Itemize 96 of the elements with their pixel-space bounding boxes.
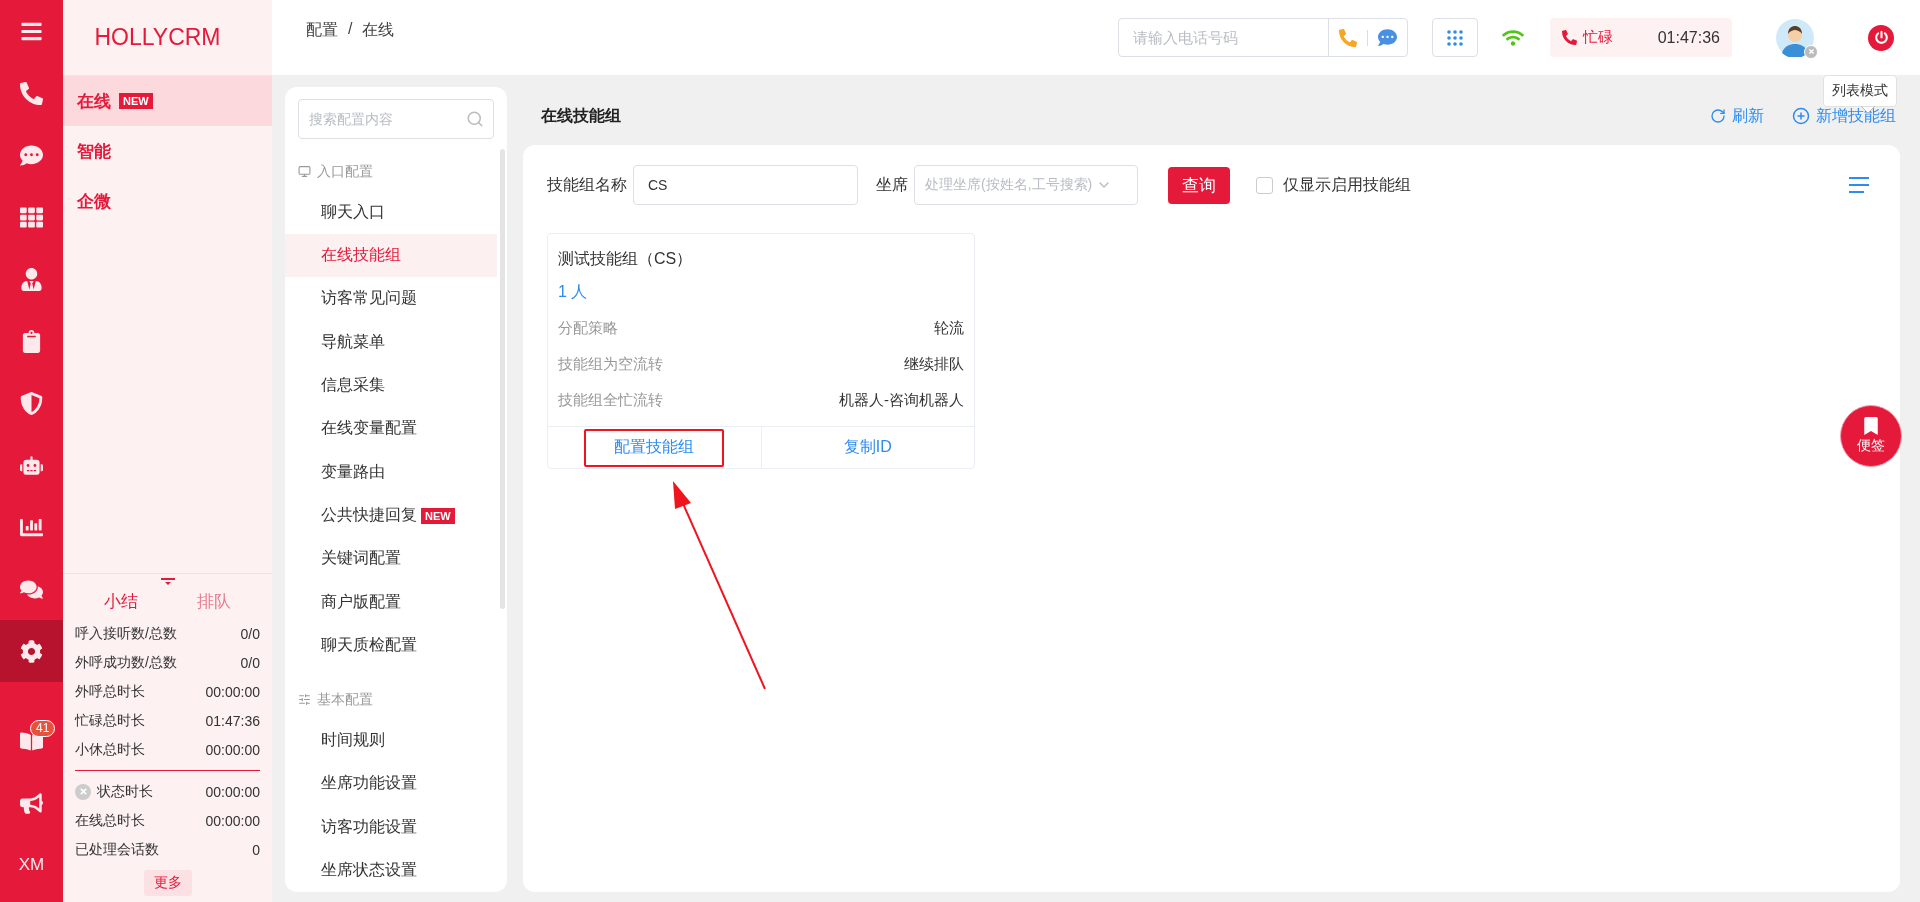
menu-item[interactable]: 在线变量配置 xyxy=(285,407,497,451)
avatar[interactable] xyxy=(1776,18,1814,57)
query-button[interactable]: 查询 xyxy=(1168,166,1230,204)
phone-input[interactable]: 请输入电话号码 xyxy=(1119,19,1328,56)
stat-label: 外呼成功数/总数 xyxy=(75,653,177,672)
refresh-icon xyxy=(1710,108,1726,124)
menu-item[interactable]: 坐席状态设置 xyxy=(285,848,497,892)
stat-value: 0 xyxy=(252,841,260,858)
stat-label: 已处理会话数 xyxy=(75,840,159,859)
card-label: 技能组为空流转 xyxy=(558,354,663,374)
dots-grid-icon xyxy=(1446,28,1464,47)
card-value: 轮流 xyxy=(934,318,964,338)
field-label: 技能组名称 xyxy=(547,174,627,195)
status-label: 忙碌 xyxy=(1583,28,1613,47)
stat-value: 00:00:00 xyxy=(205,683,260,700)
menu-item[interactable]: 聊天入口 xyxy=(285,190,497,234)
name-field[interactable]: CS xyxy=(633,165,858,205)
menu-item[interactable]: 信息采集 xyxy=(285,363,497,408)
chat-icon[interactable] xyxy=(1378,28,1397,47)
menu-item[interactable]: 导航菜单 xyxy=(285,320,497,364)
field-label: 坐席 xyxy=(876,174,908,195)
menu-item[interactable]: 访客功能设置 xyxy=(285,805,497,849)
menu-item[interactable]: 访客常见问题 xyxy=(285,277,497,321)
member-count[interactable]: 1 人 xyxy=(558,274,964,310)
menu-item[interactable]: 公共快捷回复 NEW xyxy=(285,493,497,538)
rail-item[interactable] xyxy=(0,620,63,682)
menu-item[interactable]: 坐席功能设置 xyxy=(285,762,497,806)
summary-tab[interactable]: 小结 xyxy=(104,590,139,613)
page-title: 在线技能组 xyxy=(541,105,621,126)
stat-label: 状态时长 xyxy=(97,782,153,801)
tooltip: 列表模式 xyxy=(1823,75,1897,107)
module-item[interactable]: 企微 xyxy=(63,176,272,226)
section-title: 基本配置 xyxy=(317,690,373,709)
search-field[interactable]: 搜索配置内容 xyxy=(298,99,494,139)
caret-icon xyxy=(159,578,176,586)
checkbox-label: 仅显示启用技能组 xyxy=(1283,174,1411,195)
card-title: 测试技能组（CS） xyxy=(558,249,694,269)
module-item[interactable]: 在线 NEW xyxy=(63,76,272,126)
user-icon xyxy=(20,267,43,291)
phone-field[interactable]: 请输入电话号码 xyxy=(1118,18,1408,57)
card-value: 继续排队 xyxy=(904,354,964,374)
stat-label: 小休总时长 xyxy=(75,740,145,759)
stat-value: 00:00:00 xyxy=(205,741,260,758)
menu-item[interactable]: 时间规则 xyxy=(285,718,497,762)
robot-icon xyxy=(20,453,43,477)
monitor-icon xyxy=(298,165,311,179)
stat-value: 00:00:00 xyxy=(205,812,260,829)
stat-value: 0/0 xyxy=(240,654,260,671)
apps-button[interactable] xyxy=(1432,18,1478,57)
power-button[interactable] xyxy=(1868,24,1894,51)
stat-label: 外呼总时长 xyxy=(75,682,145,701)
new-badge: NEW xyxy=(421,507,455,524)
grid-icon xyxy=(20,205,43,229)
notes-button[interactable]: 便签 xyxy=(1840,405,1902,467)
chat-icon xyxy=(20,143,43,167)
count-badge: 41 xyxy=(30,720,56,737)
module-item[interactable]: 智能 xyxy=(63,126,272,176)
breadcrumb-item[interactable]: 配置 xyxy=(306,20,338,41)
plus-circle-icon xyxy=(1792,107,1810,125)
clipboard-icon xyxy=(20,329,43,353)
stat-label: 在线总时长 xyxy=(75,811,145,830)
breadcrumb-separator: / xyxy=(348,20,353,39)
new-badge: NEW xyxy=(119,93,153,109)
power-icon xyxy=(1874,31,1888,44)
phone-icon xyxy=(1562,30,1577,45)
list-icon[interactable] xyxy=(1848,175,1870,195)
card-action-button[interactable]: 复制ID xyxy=(797,428,938,467)
card-action-button[interactable]: 配置技能组 xyxy=(584,428,725,467)
breadcrumb-item: 在线 xyxy=(362,20,395,40)
megaphone-icon[interactable] xyxy=(20,791,43,815)
card-value: 机器人-咨询机器人 xyxy=(839,390,964,410)
menu-item[interactable]: 商户版配置 xyxy=(285,580,497,624)
more-button[interactable]: 更多 xyxy=(143,870,192,896)
stat-label: 忙碌总时长 xyxy=(75,711,145,730)
agent-status[interactable]: 忙碌 01:47:36 xyxy=(1550,18,1732,57)
section-title: 入口配置 xyxy=(317,162,373,181)
stat-value: 0/0 xyxy=(240,625,260,642)
phone-icon xyxy=(20,81,43,105)
card-label: 技能组全忙流转 xyxy=(558,390,663,410)
menu-item[interactable]: 聊天质检配置 xyxy=(285,623,497,668)
user-initials[interactable]: XM xyxy=(18,855,45,875)
bookmark-icon xyxy=(1862,417,1880,435)
card-label: 分配策略 xyxy=(558,318,618,338)
search-icon xyxy=(466,110,484,128)
stat-label: 呼入接听数/总数 xyxy=(75,624,177,643)
menu-item[interactable]: 关键词配置 xyxy=(285,537,497,581)
menu-item[interactable]: 在线技能组 xyxy=(285,233,497,278)
stat-value: 01:47:36 xyxy=(205,712,260,729)
checkbox[interactable] xyxy=(1256,176,1273,194)
menu-item[interactable]: 变量路由 xyxy=(285,450,497,494)
shield-icon xyxy=(20,391,43,415)
status-timer: 01:47:36 xyxy=(1657,28,1720,47)
sliders-icon xyxy=(298,693,311,707)
settings-icon xyxy=(20,639,43,663)
scrollbar[interactable] xyxy=(500,149,505,609)
stat-value: 00:00:00 xyxy=(205,783,260,800)
